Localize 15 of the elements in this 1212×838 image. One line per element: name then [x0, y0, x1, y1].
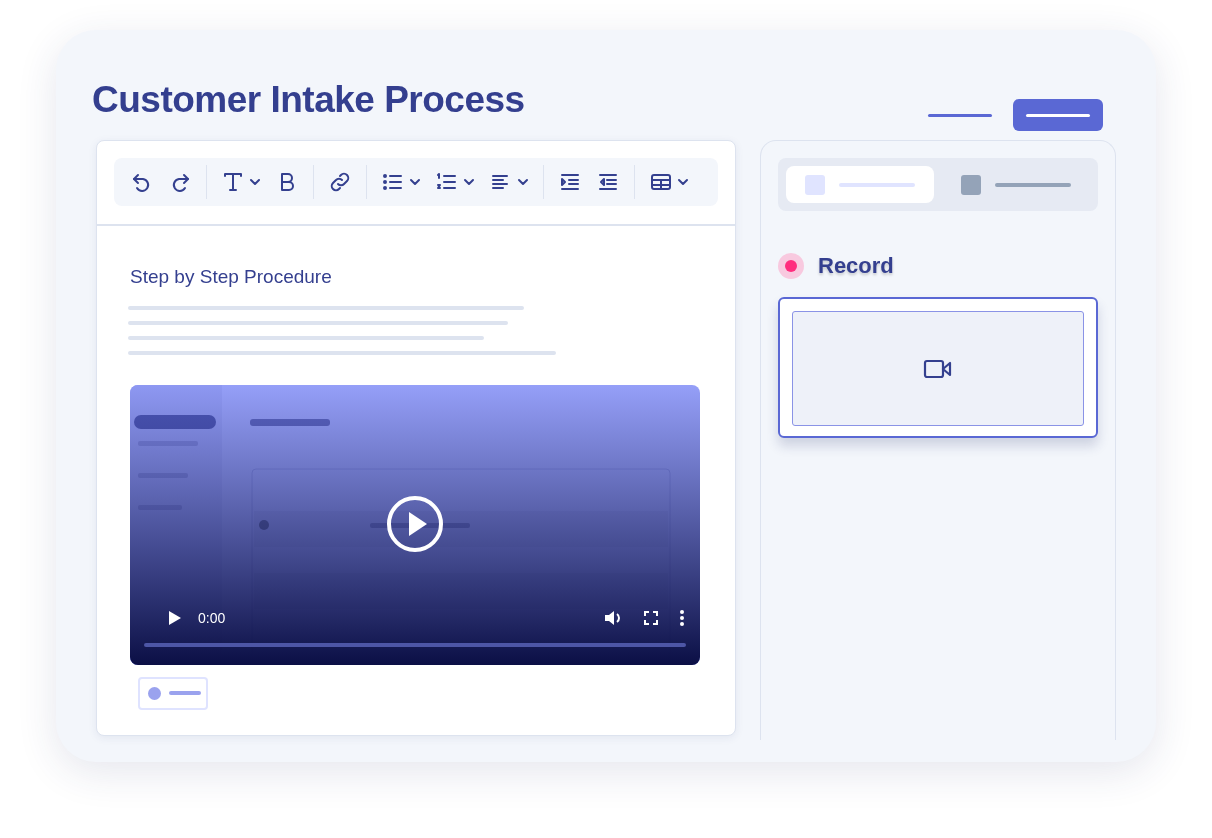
- page-title: Customer Intake Process: [92, 79, 526, 121]
- play-icon[interactable]: [168, 609, 182, 626]
- volume-icon[interactable]: [604, 608, 622, 627]
- video-camera-icon: [923, 357, 953, 380]
- record-label: Record: [818, 253, 894, 279]
- more-icon[interactable]: [680, 609, 684, 626]
- record-icon: [778, 253, 804, 279]
- primary-button[interactable]: [1013, 99, 1103, 131]
- link-icon[interactable]: [328, 170, 352, 194]
- video-time: 0:00: [198, 609, 227, 626]
- play-icon[interactable]: [386, 494, 444, 553]
- section-heading: Step by Step Procedure: [130, 265, 333, 288]
- fullscreen-icon[interactable]: [644, 610, 658, 625]
- text-style-icon[interactable]: [221, 170, 261, 194]
- progress-track[interactable]: [144, 642, 686, 647]
